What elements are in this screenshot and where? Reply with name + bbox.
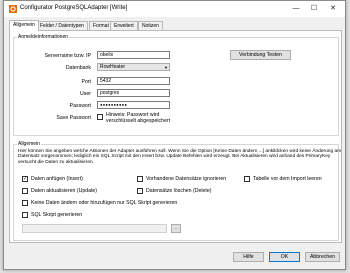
no-change-checkbox[interactable]	[22, 200, 28, 206]
help-button[interactable]: Hilfe	[233, 252, 264, 262]
save-password-hint: Hinweis: Passwort wird verschlüsselt abg…	[106, 112, 171, 124]
generate-sql-checkbox[interactable]	[22, 212, 28, 218]
clear-table-checkbox[interactable]	[244, 176, 250, 182]
minimize-button[interactable]: —	[289, 3, 303, 15]
save-password-label: Save Passwort	[56, 115, 91, 121]
tab-felder-datentypen[interactable]: Felder / Datentypen	[36, 21, 88, 30]
port-label: Port	[81, 79, 91, 85]
database-label: Datenbank	[65, 65, 91, 71]
update-checkbox[interactable]	[22, 188, 28, 194]
password-label: Passwort	[69, 103, 91, 109]
tab-panel-allgemein: Anmeldeinformationen Servername bzw. IP …	[9, 30, 342, 243]
close-button[interactable]: ✕	[326, 3, 340, 15]
database-select[interactable]: RowHeater ▼	[97, 63, 170, 71]
maximize-button[interactable]: ☐	[307, 3, 321, 15]
general-description: Hier können Sie angeben welche Aktionen …	[18, 149, 342, 165]
insert-label: Daten anfügen (Insert)	[31, 176, 83, 182]
user-label: User	[80, 91, 91, 97]
no-change-label: Keine Daten ändern oder hinzufügen nur S…	[31, 200, 178, 206]
gear-icon	[9, 5, 17, 13]
password-input[interactable]: ●●●●●●●●●●	[97, 101, 170, 109]
ignore-existing-checkbox[interactable]	[137, 176, 143, 182]
ok-button[interactable]: OK	[269, 252, 300, 262]
ignore-existing-label: Vorhandene Datensätze ignorieren	[146, 176, 227, 182]
save-password-checkbox[interactable]	[97, 114, 103, 120]
tab-strip: Allgemein Felder / Datentypen Format Erw…	[9, 20, 339, 31]
title-bar: Configurator PostgreSQLAdapter [Write] —…	[4, 1, 345, 17]
delete-label: Datensätze löschen (Delete)	[146, 188, 212, 194]
user-input[interactable]: postgres	[97, 89, 170, 97]
delete-checkbox[interactable]	[137, 188, 143, 194]
update-label: Daten aktualisieren (Update)	[31, 188, 98, 194]
window-title: Configurator PostgreSQLAdapter [Write]	[20, 5, 128, 11]
browse-button[interactable]: ...	[171, 224, 181, 233]
server-label: Servername bzw. IP	[44, 53, 91, 59]
generate-sql-label: SQL Skript generieren	[31, 212, 83, 218]
login-group-label: Anmeldeinformationen	[17, 34, 70, 40]
chevron-down-icon: ▼	[164, 65, 168, 70]
cancel-button[interactable]: Abbrechen	[305, 252, 340, 262]
tab-erweitert[interactable]: Erweitert	[110, 21, 138, 30]
sql-script-path-input[interactable]	[22, 224, 167, 233]
database-value: RowHeater	[100, 64, 126, 70]
tab-notizen[interactable]: Notizen	[138, 21, 163, 30]
login-group: Anmeldeinformationen Servername bzw. IP …	[13, 34, 339, 136]
server-input[interactable]: obelix	[97, 51, 170, 59]
test-connection-button[interactable]: Verbindung Testen	[230, 50, 291, 60]
configurator-window: Configurator PostgreSQLAdapter [Write] —…	[3, 0, 346, 270]
general-group-label: Allgemein	[17, 141, 41, 147]
port-input[interactable]: 5432	[97, 77, 170, 85]
clear-table-label: Tabelle vor dem Import leeren	[253, 176, 322, 182]
general-group: Allgemein Hier können Sie angeben welche…	[13, 141, 341, 241]
tab-allgemein[interactable]: Allgemein	[9, 20, 39, 31]
insert-checkbox[interactable]: ✓	[22, 176, 28, 182]
